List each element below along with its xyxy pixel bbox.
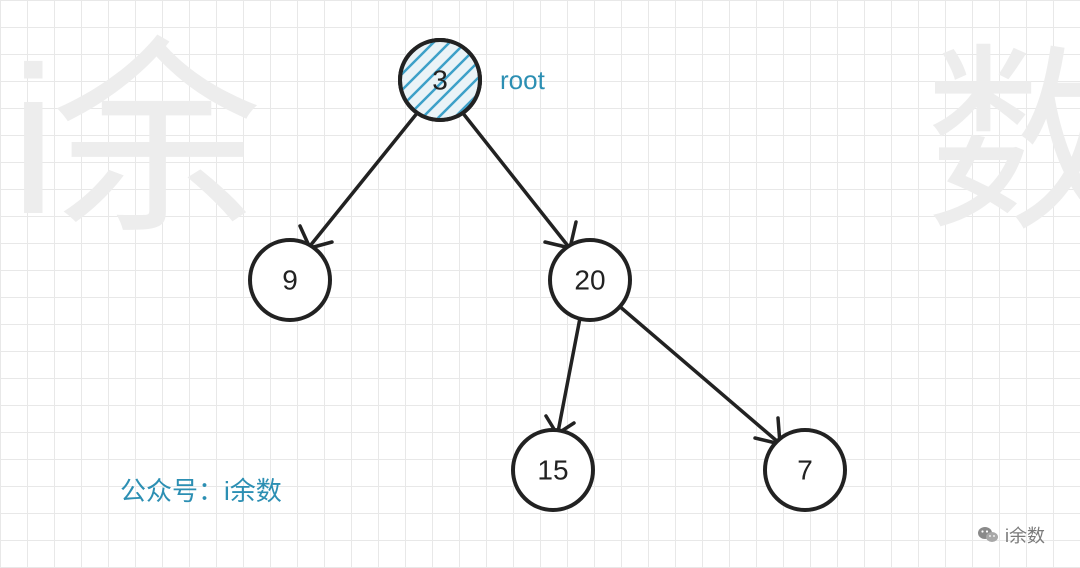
wechat-watermark: i余数 [977, 522, 1045, 548]
wechat-icon [977, 525, 999, 545]
root-label: root [500, 65, 545, 96]
wechat-text: i余数 [1005, 522, 1045, 548]
caption-text: 公众号：i余数 [120, 471, 282, 508]
